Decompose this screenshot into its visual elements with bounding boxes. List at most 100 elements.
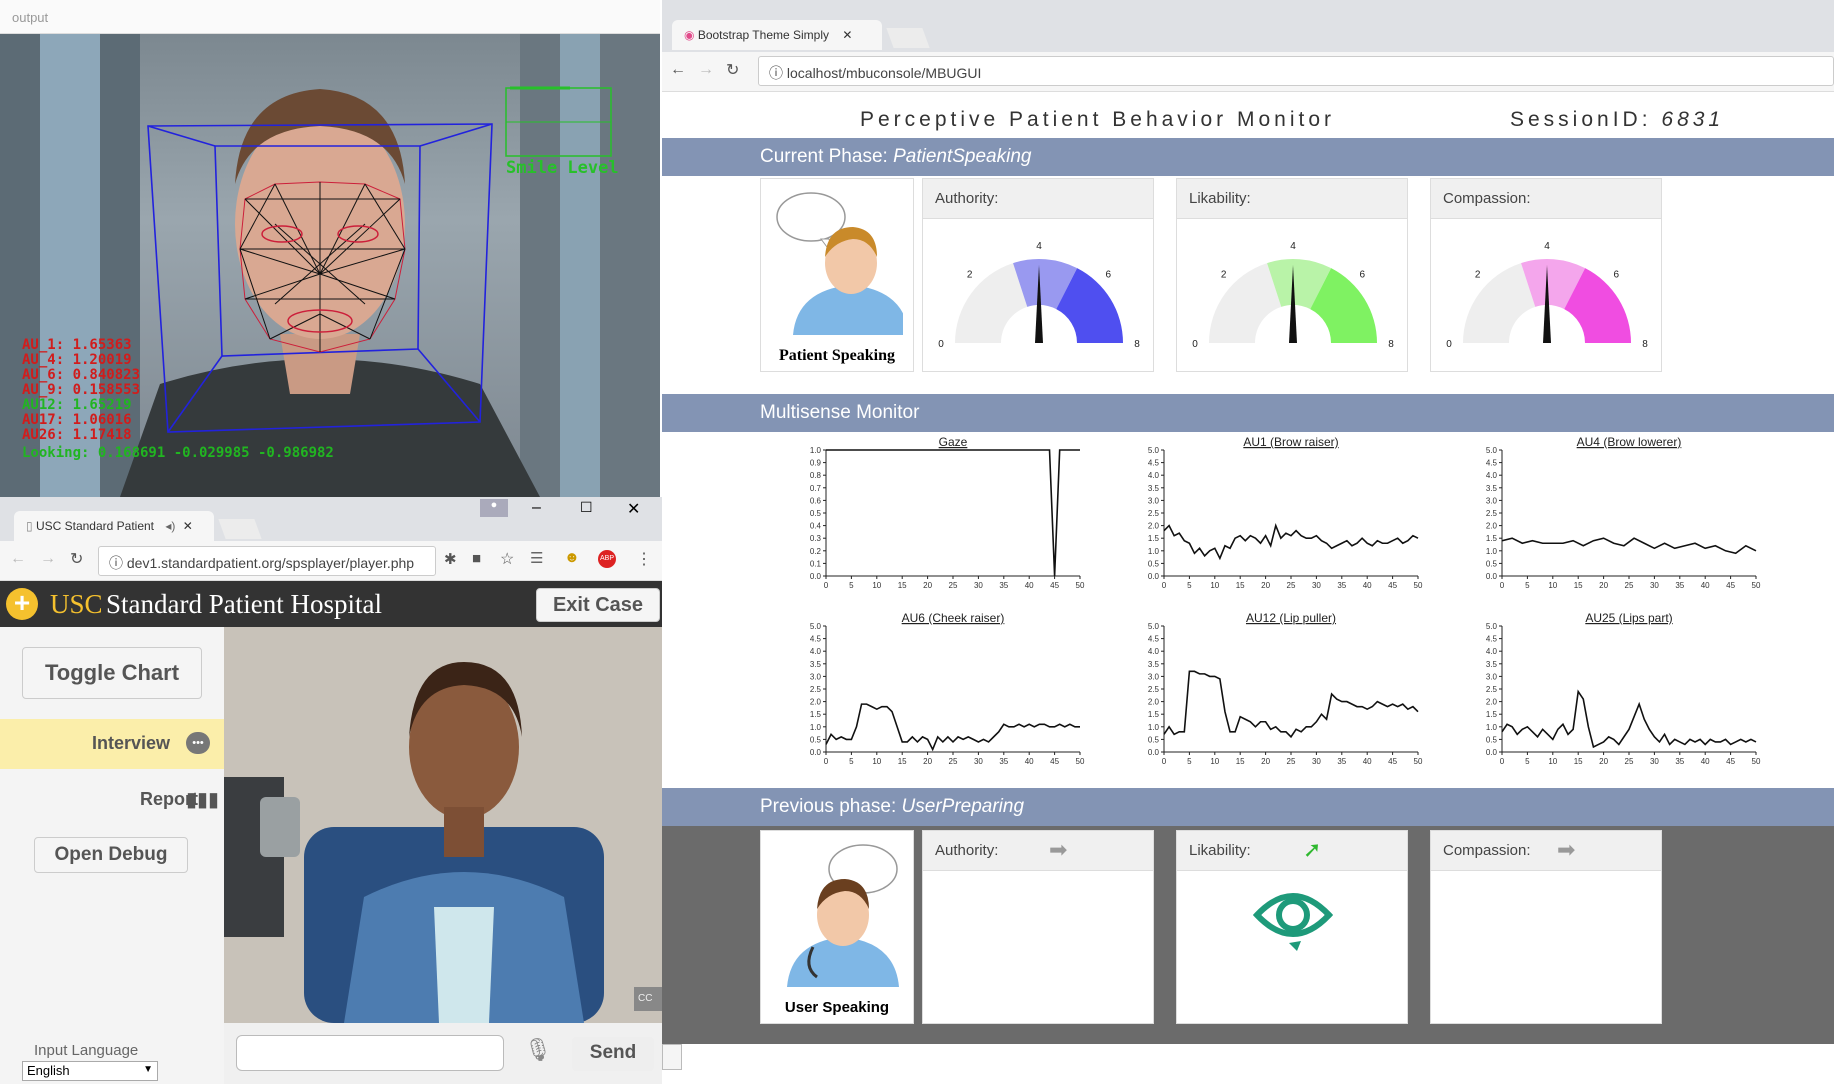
bootstrap-favicon: ◉ (684, 28, 695, 42)
previous-score-label: Compassion: (1443, 842, 1531, 859)
chart-title: AU12 (Lip puller) (1246, 611, 1336, 625)
gauge-card: Authority: 0 2 4 6 8 (922, 178, 1154, 372)
scrollbar-handle[interactable] (662, 1044, 682, 1070)
mute-icon[interactable]: ◂) (165, 519, 175, 533)
x-tick-label: 10 (1548, 581, 1557, 590)
monitor-address-bar[interactable]: ⓘ localhost/mbuconsole/MBUGUI (758, 56, 1834, 86)
language-select[interactable]: English ▼ (22, 1061, 158, 1081)
x-tick-label: 5 (1525, 581, 1530, 590)
y-tick-label: 0.7 (810, 484, 822, 493)
back-icon[interactable]: ← (670, 61, 686, 79)
microphone-icon[interactable]: 🎙 (524, 1037, 552, 1063)
adblock-icon[interactable]: ABP (598, 550, 616, 568)
sp-url: dev1.standardpatient.org/spsplayer/playe… (126, 555, 415, 571)
report-nav-item[interactable]: Report ▮▮▮ (0, 775, 224, 825)
gauge-tick-label: 0 (1446, 339, 1452, 350)
series-line (1501, 537, 1757, 555)
reload-icon[interactable]: ↻ (726, 60, 739, 80)
y-tick-label: 3.5 (1148, 484, 1160, 493)
back-icon[interactable]: ← (10, 550, 26, 568)
y-tick-label: 2.0 (1148, 522, 1160, 531)
exit-case-button[interactable]: Exit Case (536, 588, 660, 622)
x-tick-label: 45 (1388, 757, 1397, 766)
patient-avatar-icon (776, 192, 903, 335)
gauge-tick-label: 4 (1544, 241, 1550, 252)
y-tick-label: 0.0 (810, 748, 822, 757)
doctor-avatar-icon (787, 844, 899, 987)
x-tick-label: 50 (1414, 757, 1423, 766)
face-icon[interactable]: ☻ (564, 549, 580, 566)
y-tick-label: 0.5 (810, 509, 822, 518)
x-tick-label: 30 (1312, 757, 1321, 766)
language-value: English (27, 1063, 70, 1078)
forward-icon[interactable]: → (698, 61, 714, 79)
y-tick-label: 3.5 (1148, 660, 1160, 669)
gauge-segment-low (955, 263, 1028, 343)
y-tick-label: 1.0 (810, 723, 822, 732)
standard-patient-window: ▯ USC Standard Patient ◂) ✕ ● – ☐ ✕ ← → … (0, 497, 662, 1084)
gauge-tick-label: 4 (1036, 241, 1042, 252)
menu-icon[interactable]: ⋮ (636, 549, 652, 569)
y-tick-label: 0.5 (1486, 735, 1498, 744)
x-tick-label: 0 (1500, 581, 1505, 590)
y-tick-label: 4.0 (1486, 647, 1498, 656)
y-tick-label: 0.5 (1148, 735, 1160, 744)
star-icon[interactable]: ☆ (500, 549, 514, 569)
layers-icon[interactable]: ☰ (530, 549, 543, 567)
forward-icon[interactable]: → (40, 550, 56, 568)
maximize-icon[interactable]: ☐ (580, 499, 593, 516)
open-debug-button[interactable]: Open Debug (34, 837, 188, 873)
gauge-tick-label: 0 (1192, 339, 1198, 350)
toggle-chart-button[interactable]: Toggle Chart (22, 647, 202, 699)
y-tick-label: 5.0 (1486, 622, 1498, 631)
x-tick-label: 5 (849, 581, 854, 590)
interview-nav-item[interactable]: Interview ••• (0, 719, 224, 769)
x-tick-label: 25 (1287, 581, 1296, 590)
session-label: SessionID: (1510, 108, 1652, 131)
tab-close-icon[interactable]: ✕ (842, 28, 852, 42)
x-tick-label: 40 (1701, 581, 1710, 590)
closed-caption-label[interactable]: CC (638, 993, 652, 1004)
y-tick-label: 1.0 (1148, 723, 1160, 732)
sp-input-bar: 🎙 Send (224, 1023, 662, 1084)
y-tick-label: 2.5 (1486, 509, 1498, 518)
x-tick-label: 15 (1236, 757, 1245, 766)
reload-icon[interactable]: ↻ (70, 549, 83, 569)
y-tick-label: 0.5 (1148, 559, 1160, 568)
au-value-line: AU_1: 1.65363 (22, 337, 132, 353)
au-line-chart: AU1 (Brow raiser) 0.0 0.5 1.0 1.5 2.0 2.5 3.0 3.… (1148, 435, 1423, 590)
previous-score-header: Likability: ➚ (1177, 831, 1407, 871)
sp-address-bar[interactable]: ⓘ dev1.standardpatient.org/spsplayer/pla… (98, 546, 436, 576)
y-tick-label: 0.0 (1486, 572, 1498, 581)
gauge-tick-label: 2 (1475, 270, 1481, 281)
x-tick-label: 0 (1162, 757, 1167, 766)
tab-close-icon[interactable]: ✕ (183, 519, 193, 533)
x-tick-label: 40 (1363, 581, 1372, 590)
y-tick-label: 3.5 (1486, 660, 1498, 669)
camera-icon[interactable]: ■ (472, 550, 481, 567)
extension-icon[interactable]: ✱ (444, 550, 457, 568)
x-tick-label: 50 (1752, 581, 1761, 590)
page-icon: ▯ (26, 519, 33, 533)
sp-tab[interactable]: ▯ USC Standard Patient ◂) ✕ (14, 511, 214, 541)
gauge-tick-label: 8 (1388, 339, 1394, 350)
x-tick-label: 35 (1675, 757, 1684, 766)
new-tab-button[interactable] (218, 519, 262, 539)
patient-video: CC (224, 627, 662, 1023)
message-input[interactable] (236, 1035, 504, 1071)
x-tick-label: 35 (999, 581, 1008, 590)
minimize-icon[interactable]: – (532, 499, 541, 517)
y-tick-label: 0.6 (810, 496, 822, 505)
au-value-line: AU17: 1.06016 (22, 412, 132, 428)
close-window-icon[interactable]: ✕ (627, 499, 640, 519)
send-button[interactable]: Send (572, 1037, 654, 1071)
monitor-tab[interactable]: ◉ Bootstrap Theme Simply ✕ (672, 20, 882, 50)
x-tick-label: 10 (872, 757, 881, 766)
window-light-right (560, 34, 600, 497)
profile-icon[interactable]: ● (480, 499, 508, 517)
new-tab-button[interactable] (886, 28, 930, 48)
gauge-tick-label: 4 (1290, 241, 1296, 252)
au-line-chart: AU12 (Lip puller) 0.0 0.5 1.0 1.5 2.0 2.5 3.0 3.… (1148, 611, 1423, 766)
x-tick-label: 50 (1414, 581, 1423, 590)
looking-readout: Looking: 0.168691 -0.029985 -0.986982 (22, 445, 334, 461)
